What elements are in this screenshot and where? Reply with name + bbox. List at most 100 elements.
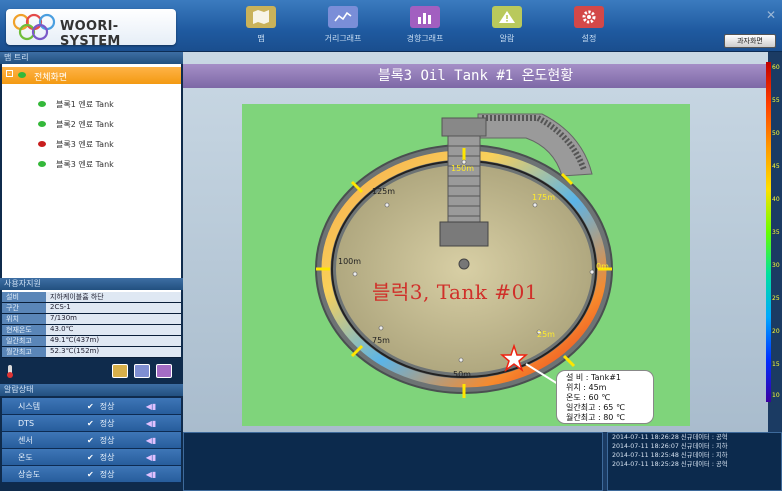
color-scale-bar bbox=[766, 62, 771, 402]
scale-tick: 10 bbox=[772, 392, 780, 399]
marker-25m: 25m bbox=[537, 330, 555, 339]
table-row: 월간최고 52.3℃(152m) bbox=[2, 347, 181, 358]
alarm-name: 시스템 bbox=[18, 401, 41, 411]
collapse-icon[interactable]: - bbox=[6, 70, 13, 77]
info-monthly-max: 월간최고 : 80 ℃ bbox=[566, 413, 625, 422]
exit-screen-button[interactable]: 과자화면 bbox=[724, 34, 776, 48]
alarm-status: 정상 bbox=[99, 401, 115, 411]
scale-tick: 15 bbox=[772, 361, 780, 368]
list-item[interactable]: DTS ✔ 정상 ◀▮ bbox=[2, 415, 181, 432]
map-icon bbox=[246, 6, 276, 28]
tree-item-2[interactable]: 블록2 엔료 Tank bbox=[56, 119, 114, 130]
alarm-status: 정상 bbox=[99, 435, 115, 445]
row-value: 7/130m bbox=[46, 314, 181, 324]
tank-label: 블럭3, Tank #01 bbox=[372, 280, 539, 304]
scale-tick: 35 bbox=[772, 229, 780, 236]
nav-settings-button[interactable]: 설정 bbox=[554, 6, 624, 48]
nav-distance-graph-label: 거리그래프 bbox=[324, 34, 362, 43]
nav-alarm-button[interactable]: 알람 bbox=[472, 6, 542, 48]
speaker-icon[interactable]: ◀▮ bbox=[146, 453, 157, 462]
logo-icon bbox=[12, 13, 56, 41]
marker-125m: 125m bbox=[372, 187, 396, 196]
nav-settings-label: 설정 bbox=[581, 34, 597, 43]
nav-map-label: 맵 bbox=[257, 34, 265, 43]
brand-name: WOORI-SYSTEM bbox=[60, 19, 121, 49]
alarm-status: 정상 bbox=[99, 469, 115, 479]
row-key: 설비 bbox=[2, 292, 46, 302]
gear-icon bbox=[574, 6, 604, 28]
main-view: 블록3 Oil Tank #1 온도현황 150m 175m 0m 25m 50… bbox=[183, 52, 768, 432]
marker-150m: 150m bbox=[451, 164, 475, 173]
tree-root-label: 전체화면 bbox=[34, 73, 68, 83]
row-value: 49.1℃(437m) bbox=[46, 336, 181, 346]
nav-map-button[interactable]: 맵 bbox=[226, 6, 296, 48]
log-line: 2014-07-11 18:26:28 신규데이터 : 공혁 bbox=[612, 434, 728, 441]
row-value: 지하케이블흄 하단 bbox=[46, 292, 181, 302]
list-item[interactable]: 온도 ✔ 정상 ◀▮ bbox=[2, 449, 181, 466]
row-key: 일간최고 bbox=[2, 336, 46, 346]
row-key: 현재온도 bbox=[2, 325, 46, 335]
row-value: 43.0℃ bbox=[46, 325, 181, 335]
status-dot-icon bbox=[38, 101, 46, 107]
logo: WOORI-SYSTEM bbox=[6, 9, 176, 49]
scale-tick: 55 bbox=[772, 97, 780, 104]
row-key: 위치 bbox=[2, 314, 46, 324]
table-row: 구간 2CS-1 bbox=[2, 303, 181, 314]
check-icon: ✔ bbox=[87, 435, 94, 445]
line-chart-icon bbox=[328, 6, 358, 28]
alarm-status: 정상 bbox=[99, 418, 115, 428]
list-item[interactable]: 상승도 ✔ 정상 ◀▮ bbox=[2, 466, 181, 483]
table-row: 위치 7/130m bbox=[2, 314, 181, 325]
thermometer-icon bbox=[4, 364, 16, 378]
log-line: 2014-07-11 18:26:07 신규데이터 : 지하 bbox=[612, 443, 728, 450]
info-daily-max: 일간최고 : 65 ℃ bbox=[566, 403, 625, 412]
status-dot-icon bbox=[18, 72, 26, 78]
tree-item-3[interactable]: 블록3 엔료 Tank bbox=[56, 139, 114, 150]
alarm-name: 센서 bbox=[18, 435, 33, 445]
marker-0m: 0m bbox=[596, 262, 609, 271]
marker-100m: 100m bbox=[338, 257, 362, 266]
scale-tick: 50 bbox=[772, 130, 780, 137]
alarm-name: DTS bbox=[18, 418, 35, 428]
tank-view: 150m 175m 0m 25m 50m 75m 100m 125m 블럭3, … bbox=[242, 104, 690, 426]
tool-button-3[interactable] bbox=[156, 364, 172, 378]
nav-alarm-label: 알람 bbox=[499, 34, 515, 43]
info-temperature: 온도 : 60 ℃ bbox=[566, 393, 611, 402]
data-log-panel[interactable]: 2014-07-11 18:26:28 신규데이터 : 공혁 2014-07-1… bbox=[607, 432, 782, 491]
scale-tick: 30 bbox=[772, 262, 780, 269]
warning-icon bbox=[492, 6, 522, 28]
nav-trend-graph-button[interactable]: 경향그래프 bbox=[390, 6, 460, 48]
tool-button-2[interactable] bbox=[134, 364, 150, 378]
speaker-icon[interactable]: ◀▮ bbox=[146, 436, 157, 445]
tree-root-item[interactable]: - 전체화면 bbox=[2, 67, 181, 84]
status-dot-icon bbox=[38, 141, 46, 147]
event-log-panel[interactable] bbox=[183, 432, 603, 491]
speaker-icon[interactable]: ◀▮ bbox=[146, 402, 157, 411]
list-item[interactable]: 시스템 ✔ 정상 ◀▮ bbox=[2, 398, 181, 415]
alarm-status: 정상 bbox=[99, 452, 115, 462]
scale-tick: 60 bbox=[772, 64, 780, 71]
speaker-icon[interactable]: ◀▮ bbox=[146, 470, 157, 479]
marker-75m: 75m bbox=[372, 336, 390, 345]
header-bar: WOORI-SYSTEM 맵 거리그래프 경향그래프 알람 설정 ✕ 과자화면 bbox=[0, 0, 782, 52]
scale-tick: 45 bbox=[772, 163, 780, 170]
row-key: 월간최고 bbox=[2, 347, 46, 357]
table-row: 현재온도 43.0℃ bbox=[2, 325, 181, 336]
temperature-color-scale: 60 55 50 45 40 35 30 25 20 15 10 bbox=[766, 62, 782, 402]
scale-tick: 20 bbox=[772, 328, 780, 335]
facility-info-table: 설비 지하케이블흄 하단 구간 2CS-1 위치 7/130m 현재온도 43.0℃ 일… bbox=[2, 292, 181, 358]
nav-distance-graph-button[interactable]: 거리그래프 bbox=[308, 6, 378, 48]
list-item[interactable]: 센서 ✔ 정상 ◀▮ bbox=[2, 432, 181, 449]
bar-chart-icon bbox=[410, 6, 440, 28]
log-line: 2014-07-11 18:25:28 신규데이터 : 공혁 bbox=[612, 461, 728, 468]
speaker-icon[interactable]: ◀▮ bbox=[146, 419, 157, 428]
close-icon[interactable]: ✕ bbox=[766, 8, 776, 22]
row-value: 52.3℃(152m) bbox=[46, 347, 181, 357]
tree-item-4[interactable]: 블록3 엔료 Tank bbox=[56, 159, 114, 170]
tank-info-tooltip: 설 비 : Tank#1 위치 : 45m 온도 : 60 ℃ 일간최고 : 6… bbox=[556, 370, 654, 424]
row-key: 구간 bbox=[2, 303, 46, 313]
tree-panel-title: 맵 트리 bbox=[0, 52, 183, 64]
scale-tick: 40 bbox=[772, 196, 780, 203]
tool-button-1[interactable] bbox=[112, 364, 128, 378]
tree-item-1[interactable]: 블록1 엔료 Tank bbox=[56, 99, 114, 110]
